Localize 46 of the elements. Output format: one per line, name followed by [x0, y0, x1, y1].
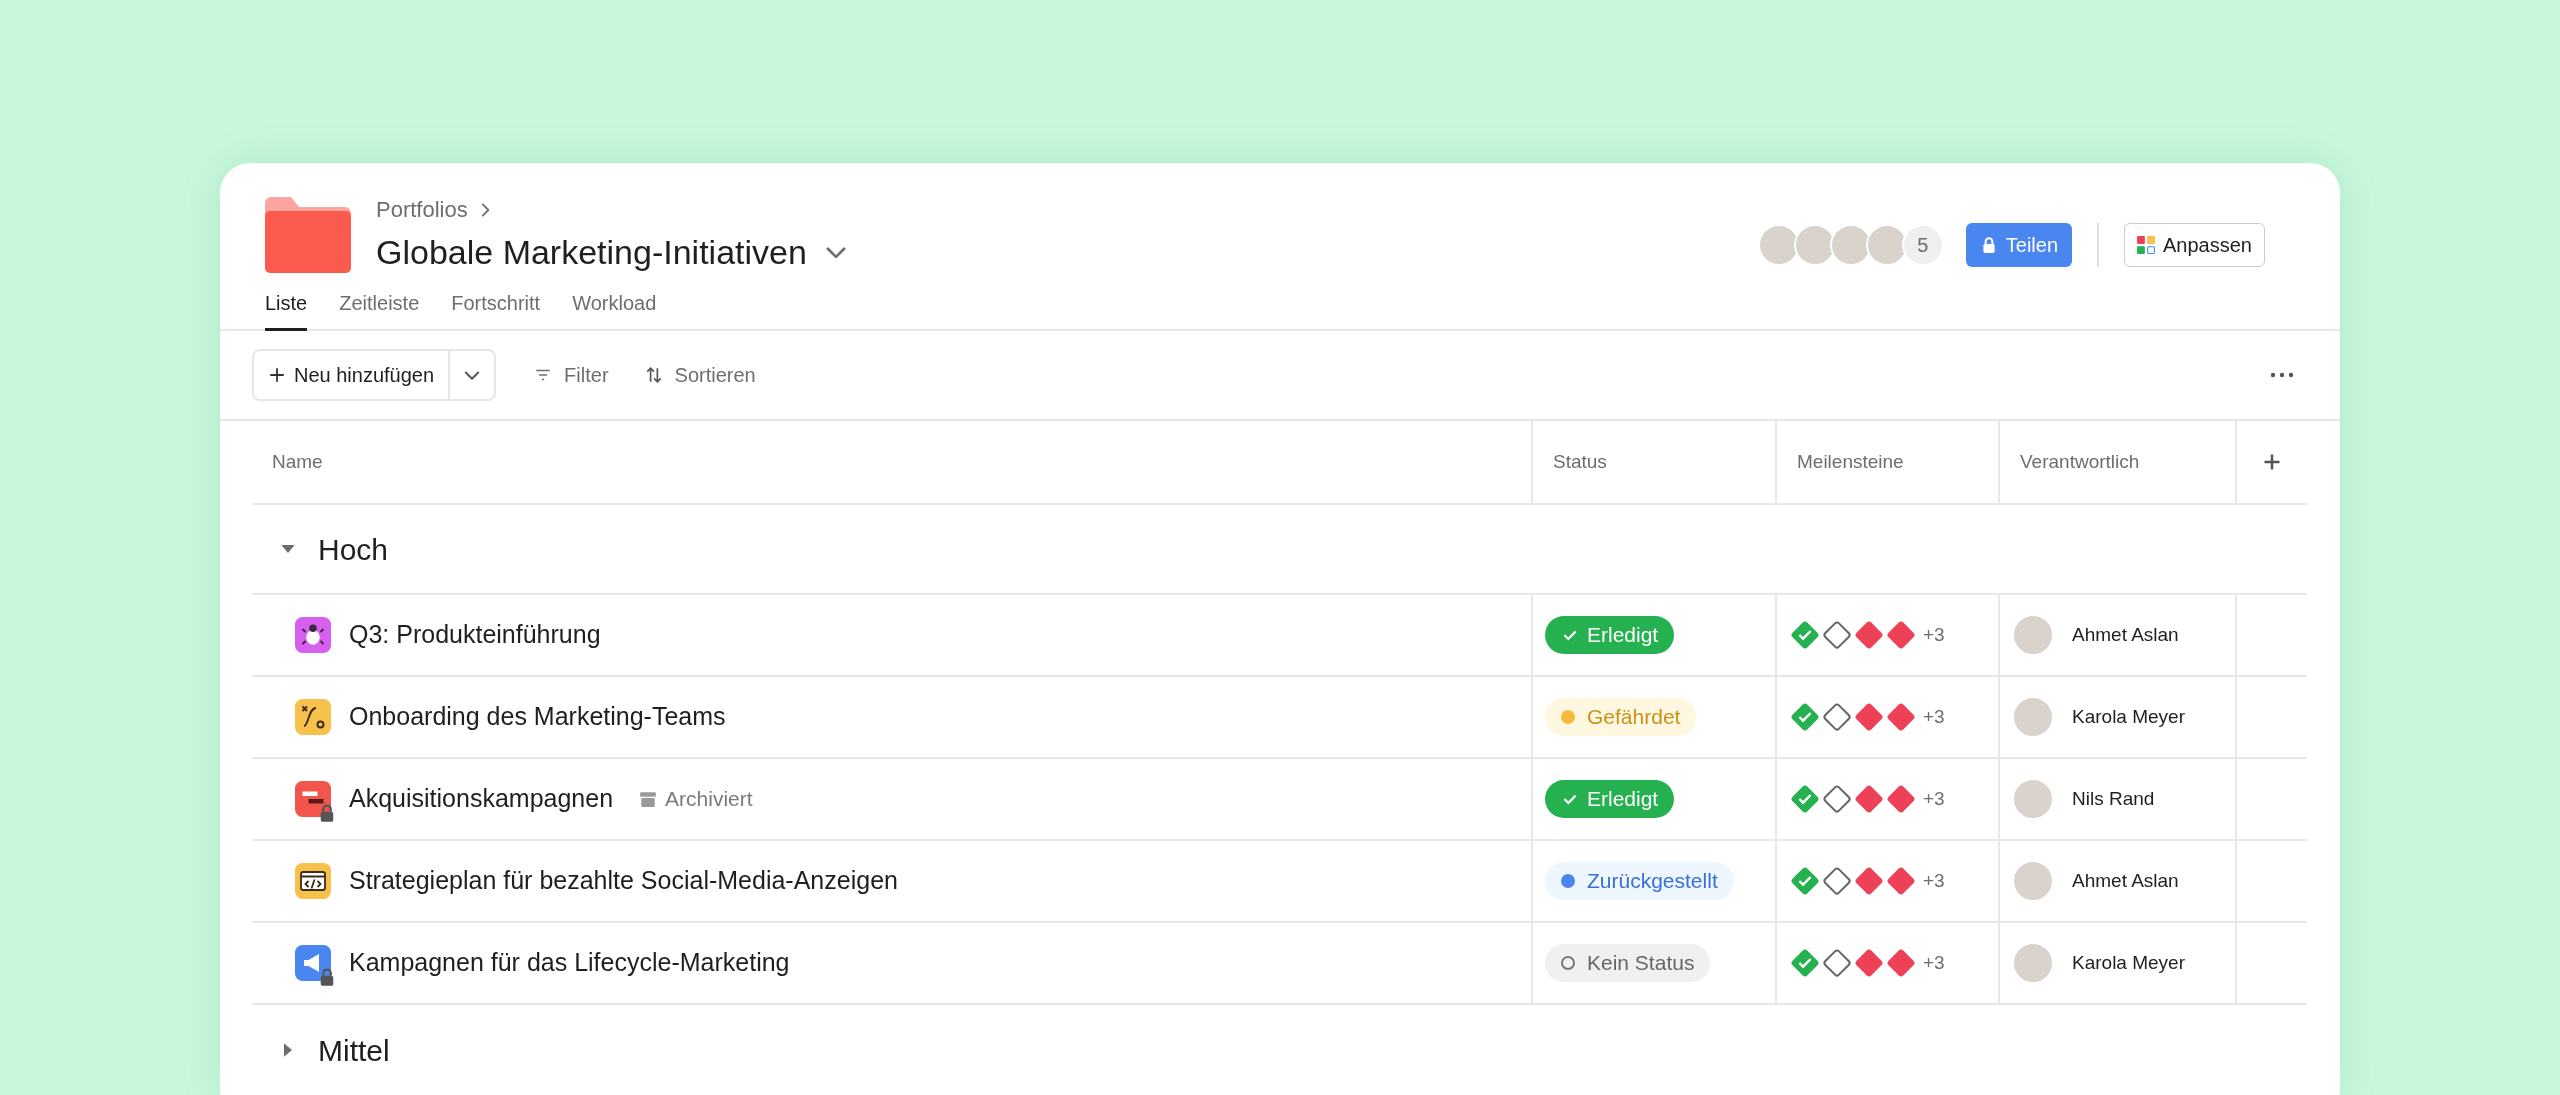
sort-button[interactable]: Sortieren — [644, 360, 756, 390]
plus-icon — [2262, 452, 2282, 472]
status-pill[interactable]: Erledigt — [1545, 616, 1675, 654]
project-name[interactable]: Akquisitionskampagnen — [349, 780, 614, 818]
project-name[interactable]: Q3: Produkteinführung — [349, 616, 601, 654]
tab[interactable]: Fortschritt — [451, 288, 541, 331]
customize-button[interactable]: Anpassen — [2124, 223, 2265, 267]
group-title: Mittel — [318, 1032, 390, 1069]
member-count[interactable]: 5 — [1901, 224, 1944, 266]
owner-name: Ahmet Aslan — [2072, 868, 2179, 893]
column-header: Name — [272, 449, 323, 474]
status-pill[interactable]: Kein Status — [1545, 944, 1711, 982]
tab[interactable]: Liste — [265, 288, 308, 331]
owner-name: Karola Meyer — [2072, 950, 2185, 975]
add-button[interactable]: Neu hinzufügen — [254, 351, 449, 399]
status-pill[interactable]: Erledigt — [1545, 780, 1675, 818]
grid-icon — [2137, 236, 2156, 254]
breadcrumb-link[interactable]: Portfolios — [376, 193, 468, 226]
owner-name: Ahmet Aslan — [2072, 622, 2179, 647]
plus-icon — [268, 366, 286, 384]
status-pill[interactable]: Gefährdet — [1545, 698, 1697, 736]
more-milestones-count: +3 — [1923, 786, 1945, 811]
project-name[interactable]: Onboarding des Marketing-Teams — [349, 698, 726, 736]
more-milestones-count: +3 — [1923, 622, 1945, 647]
column-header: Meilensteine — [1797, 449, 1904, 474]
folder-icon — [265, 197, 351, 273]
tab[interactable]: Zeitleiste — [339, 288, 420, 331]
owner-name: Karola Meyer — [2072, 704, 2185, 729]
archived-label: Archiviert — [665, 786, 753, 813]
more-milestones-count: +3 — [1923, 868, 1945, 893]
filter-button[interactable]: Filter — [534, 360, 609, 390]
group-title: Hoch — [318, 531, 389, 568]
share-button[interactable]: Teilen — [1965, 223, 2073, 267]
tab[interactable]: Workload — [572, 288, 657, 331]
more-icon — [2270, 372, 2294, 378]
more-milestones-count: +3 — [1923, 704, 1945, 729]
archive-box-icon — [639, 790, 658, 808]
sort-arrows-icon — [644, 366, 663, 384]
column-header: Verantwortlich — [2020, 449, 2140, 474]
project-name[interactable]: Strategieplan für bezahlte Social-Media-Anzeigen — [349, 862, 898, 900]
status-pill[interactable]: Zurückgestellt — [1545, 862, 1734, 900]
portfolio-title: Globale Marketing-Initiativen — [376, 232, 807, 273]
project-name[interactable]: Kampagnen für das Lifecycle-Marketing — [349, 944, 790, 982]
column-header: Status — [1553, 449, 1607, 474]
more-milestones-count: +3 — [1923, 950, 1945, 975]
owner-name: Nils Rand — [2072, 786, 2155, 811]
